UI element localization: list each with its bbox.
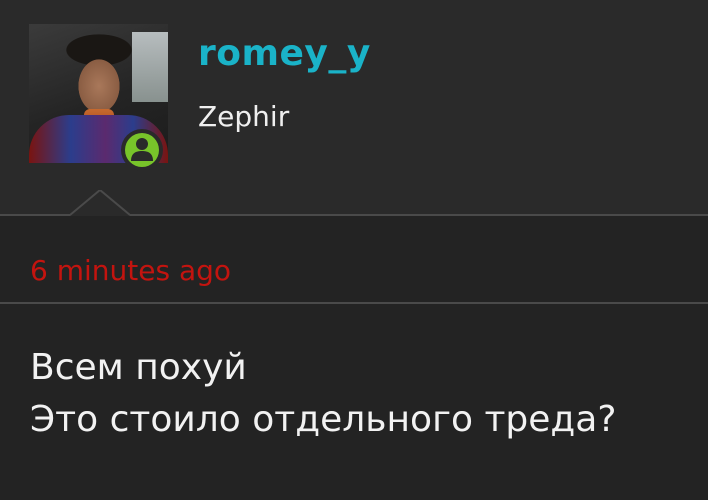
timestamp-divider bbox=[0, 302, 708, 304]
message-line: Всем похуй bbox=[30, 347, 247, 388]
message-line: Это стоило отдельного треда? bbox=[30, 399, 617, 440]
post-timestamp[interactable]: 6 minutes ago bbox=[30, 252, 231, 290]
post-message: Всем похуй Это стоило отдельного треда? bbox=[30, 342, 616, 446]
display-name: Zephir bbox=[198, 100, 290, 133]
username-link[interactable]: romey_y bbox=[198, 30, 371, 78]
online-status-badge bbox=[121, 129, 163, 171]
post-author-header: romey_y Zephir bbox=[0, 0, 708, 216]
speech-pointer bbox=[70, 190, 130, 216]
avatar-background-window bbox=[132, 32, 168, 102]
user-icon bbox=[131, 138, 153, 161]
